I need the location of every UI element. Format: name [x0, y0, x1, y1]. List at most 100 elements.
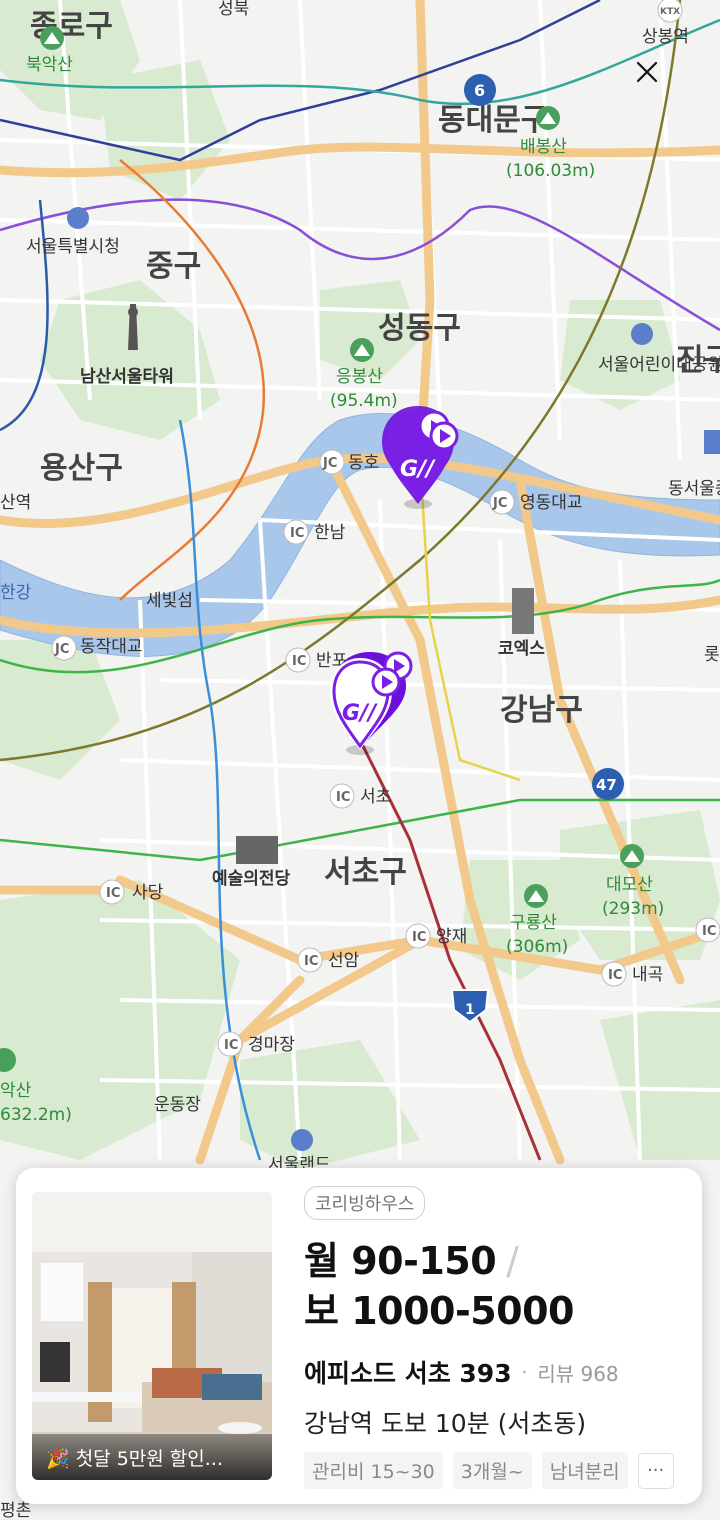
- ic-label-hannam: 한남: [314, 523, 346, 543]
- place-label-undongjang: 운동장: [154, 1095, 201, 1115]
- ic-label-gyeongmajang: 경마장: [248, 1035, 295, 1055]
- brand-tag: 코리빙하우스: [304, 1186, 426, 1220]
- route-6-shield: 6: [464, 74, 496, 106]
- ic-badge: IC: [217, 1031, 243, 1057]
- ic-badge: IC: [695, 917, 720, 943]
- svg-text:IC: IC: [702, 924, 716, 939]
- coex-building-icon: [512, 588, 534, 634]
- listing-photo[interactable]: 🎉 첫달 5만원 할인...: [32, 1192, 272, 1480]
- brand-logo-icon: G//: [342, 701, 378, 726]
- svg-text:IC: IC: [608, 968, 622, 983]
- chip-maintenance-fee: 관리비 15~30: [304, 1452, 443, 1489]
- route-47-shield: 47: [592, 768, 624, 800]
- ic-badge: IC: [285, 647, 311, 673]
- ic-label-naegok: 내곡: [632, 965, 663, 985]
- station-label-yongsan: 산역: [0, 493, 31, 513]
- ic-label-seonam: 선암: [328, 951, 360, 971]
- brand-logo-icon: G//: [400, 457, 436, 482]
- mountain-label-gwanaksan: 악산: [0, 1081, 32, 1101]
- svg-text:IC: IC: [106, 886, 120, 901]
- listing-name: 에피소드 서초 393: [304, 1359, 512, 1388]
- city-hall-icon: [67, 207, 89, 229]
- more-options-button[interactable]: ···: [637, 1452, 674, 1489]
- mountain-height-gwanaksan: 632.2m): [0, 1105, 72, 1125]
- jc-label-yeongdong-bridge: 영동대교: [520, 493, 583, 513]
- mountain-label-eungbongsan: 응봉산: [336, 367, 383, 387]
- promo-banner: 🎉 첫달 5만원 할인...: [32, 1434, 272, 1480]
- jc-label-dongjak-bridge: 동작대교: [80, 637, 143, 657]
- chip-gender-separated: 남녀분리: [541, 1452, 628, 1489]
- ferris-wheel-icon: [291, 1129, 313, 1151]
- svg-text:IC: IC: [292, 654, 306, 669]
- mountain-height-eungbongsan: (95.4m): [330, 391, 398, 411]
- landmark-label-lotte: 롯: [704, 645, 720, 665]
- separator-dot: ·: [521, 1361, 528, 1383]
- jc-badge: JC: [489, 489, 515, 515]
- landmark-label-arts-center: 예술의전당: [212, 869, 291, 889]
- ic-badge: IC: [329, 783, 355, 809]
- station-label-pyeongchon: 평촌: [0, 1501, 31, 1520]
- landmark-label-coex: 코엑스: [498, 639, 545, 659]
- district-label-gwangjin: 진구: [676, 343, 720, 378]
- ferris-wheel-icon: [631, 323, 653, 345]
- svg-text:6: 6: [474, 81, 485, 100]
- price-separator: /: [506, 1239, 519, 1283]
- listing-card[interactable]: 🎉 첫달 5만원 할인... 코리빙하우스 월 90-150/ 보 1000-5…: [16, 1168, 702, 1504]
- district-label-gangnam: 강남구: [500, 693, 583, 728]
- bus-terminal-icon: [704, 430, 720, 454]
- close-button[interactable]: [620, 50, 674, 94]
- mountain-label-daemosan: 대모산: [606, 875, 653, 895]
- svg-text:1: 1: [465, 1002, 475, 1018]
- jc-label-dongho: 동호: [348, 453, 379, 473]
- district-label-seongdong: 성동구: [378, 311, 461, 346]
- district-label-seocho: 서초구: [324, 855, 407, 890]
- svg-text:IC: IC: [412, 930, 426, 945]
- close-icon: [636, 61, 658, 83]
- svg-text:JC: JC: [492, 496, 507, 511]
- mountain-label-bugaksan: 북악산: [26, 55, 73, 75]
- svg-text:IC: IC: [224, 1038, 238, 1053]
- price-monthly: 월 90-150: [304, 1239, 497, 1283]
- chip-min-period: 3개월~: [452, 1452, 532, 1489]
- price-monthly-row: 월 90-150/: [304, 1230, 519, 1285]
- ic-badge: IC: [283, 519, 309, 545]
- price-deposit: 보 1000-5000: [304, 1289, 575, 1333]
- landmark-label-namsan-tower: 남산서울타워: [80, 367, 174, 387]
- mountain-label-baebongsan: 배봉산: [520, 137, 567, 157]
- feature-chips: 관리비 15~30 3개월~ 남녀분리 ···: [304, 1452, 674, 1489]
- svg-text:JC: JC: [54, 642, 69, 657]
- svg-text:KTX: KTX: [660, 7, 680, 17]
- landmark-label-east-terminal: 동서울종합터: [668, 479, 720, 499]
- ic-label-seocho: 서초: [360, 787, 391, 807]
- station-label-sangbong: 상봉역: [642, 27, 689, 47]
- ic-label-yangjae: 양재: [436, 927, 467, 947]
- mountain-height-guryongsan: (306m): [506, 937, 568, 957]
- svg-text:47: 47: [596, 776, 617, 794]
- ktx-badge: KTX: [657, 0, 683, 23]
- listing-name-row: 에피소드 서초 393 · 리뷰 968: [304, 1354, 619, 1390]
- svg-text:IC: IC: [290, 526, 304, 541]
- ic-badge: IC: [297, 947, 323, 973]
- mountain-height-baebongsan: (106.03m): [506, 161, 595, 181]
- ic-badge: IC: [99, 879, 125, 905]
- mountain-height-daemosan: (293m): [602, 899, 664, 919]
- ic-label-sadang: 사당: [132, 883, 164, 903]
- arts-center-icon: [236, 836, 278, 864]
- review-count: 리뷰 968: [537, 1361, 619, 1386]
- mountain-label-guryongsan: 구룡산: [510, 913, 557, 933]
- svg-text:JC: JC: [322, 456, 337, 471]
- ic-badge: IC: [405, 923, 431, 949]
- svg-text:IC: IC: [336, 790, 350, 805]
- district-label-yongsan: 용산구: [40, 451, 123, 486]
- ic-badge: IC: [601, 961, 627, 987]
- jc-badge: JC: [319, 449, 345, 475]
- district-label-junggu: 중구: [146, 249, 201, 284]
- place-label-seongbuk: 성북: [218, 0, 249, 19]
- listing-location: 강남역 도보 10분 (서초동): [304, 1409, 587, 1438]
- svg-text:IC: IC: [304, 954, 318, 969]
- river-label-han: 한강: [0, 583, 32, 603]
- jc-badge: JC: [51, 635, 77, 661]
- district-label-dongdaemun: 동대문구: [438, 103, 548, 138]
- landmark-label-sebitseom: 세빛섬: [146, 591, 193, 611]
- landmark-label-city-hall: 서울특별시청: [26, 237, 120, 257]
